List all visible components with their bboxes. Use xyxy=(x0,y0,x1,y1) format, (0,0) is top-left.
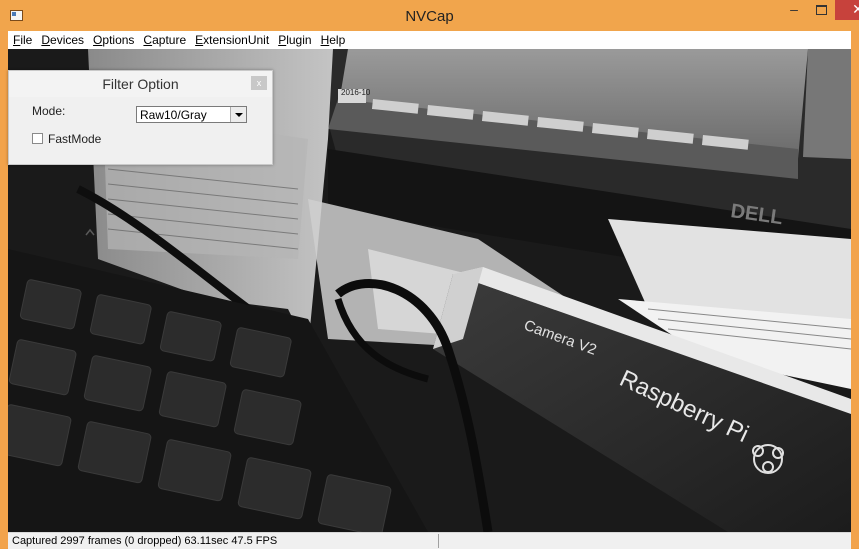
menu-extensionunit[interactable]: ExtensionUnit xyxy=(190,31,273,49)
fastmode-label[interactable]: FastMode xyxy=(48,132,101,146)
window-title: NVCap xyxy=(405,8,454,25)
mode-select[interactable]: Raw10/Gray xyxy=(136,106,247,123)
menu-capture[interactable]: Capture xyxy=(138,31,190,49)
filter-option-dialog: Filter Option x Mode: Raw10/Gray FastMod… xyxy=(8,70,273,165)
tab-label: 2016-10 xyxy=(341,88,371,97)
app-window: NVCap – ✕ File Devices Options Capture Exten… xyxy=(0,0,859,549)
menu-file[interactable]: File xyxy=(8,31,36,49)
dialog-title-bar[interactable]: Filter Option x xyxy=(9,71,272,97)
menu-bar: File Devices Options Capture ExtensionUnit Pl… xyxy=(8,31,851,49)
minimize-button[interactable]: – xyxy=(781,0,807,20)
status-text: Captured 2997 frames (0 dropped) 63.11se… xyxy=(12,535,278,547)
mode-select-value: Raw10/Gray xyxy=(140,108,207,122)
chevron-down-icon[interactable] xyxy=(230,107,246,122)
menu-devices[interactable]: Devices xyxy=(36,31,88,49)
fastmode-checkbox[interactable] xyxy=(32,133,43,144)
close-button[interactable]: ✕ xyxy=(835,0,859,20)
dialog-close-button[interactable]: x xyxy=(251,76,267,90)
status-bar: Captured 2997 frames (0 dropped) 63.11se… xyxy=(8,532,851,549)
title-bar[interactable]: NVCap – ✕ xyxy=(0,0,859,31)
status-divider xyxy=(438,534,439,548)
menu-options[interactable]: Options xyxy=(88,31,138,49)
maximize-icon xyxy=(815,5,827,15)
menu-plugin[interactable]: Plugin xyxy=(273,31,315,49)
mode-label: Mode: xyxy=(32,104,66,118)
dialog-title: Filter Option xyxy=(102,76,179,92)
menu-help[interactable]: Help xyxy=(316,31,350,49)
maximize-button[interactable] xyxy=(808,0,834,20)
